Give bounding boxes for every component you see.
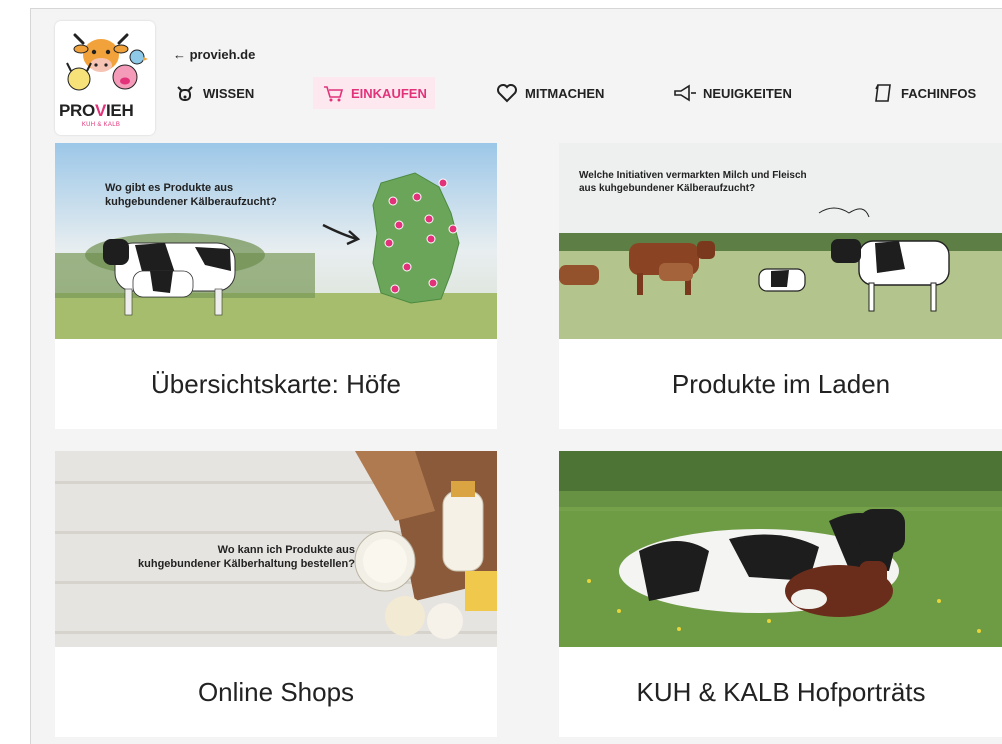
nav-label: MITMACHEN bbox=[525, 85, 605, 101]
card-title: Online Shops bbox=[197, 676, 355, 707]
map-farms-image: Wo gibt es Produkte aus kuhgebundener Kä… bbox=[55, 143, 497, 339]
provieh-logo[interactable]: PROVIEH KUH & KALB bbox=[55, 21, 155, 135]
map-image-caption: Wo gibt es Produkte aus kuhgebundener Kä… bbox=[105, 182, 277, 208]
shops-image-caption: Wo kann ich Produkte aus kuhgebundener K… bbox=[138, 544, 355, 570]
main-nav: WISSEN EINKAUFEN MITMACHEN NEUIGKEITEN F… bbox=[173, 77, 1002, 109]
logo-subtitle: KUH & KALB bbox=[81, 122, 121, 128]
online-shops-image: Wo kann ich Produkte aus kuhgebundener K… bbox=[55, 451, 497, 647]
store-image-caption: Welche Initiativen vermarkten Milch und … bbox=[579, 170, 807, 194]
heart-icon bbox=[495, 82, 519, 104]
nav-item-einkaufen[interactable]: EINKAUFEN bbox=[313, 77, 435, 109]
megaphone-icon bbox=[673, 82, 697, 104]
card-title: Übersichtskarte: Höfe bbox=[151, 368, 401, 399]
cow-head-icon bbox=[173, 82, 197, 104]
cow-and-calf-photo bbox=[559, 451, 1002, 647]
nav-label: FACHINFOS bbox=[901, 85, 977, 101]
nav-item-mitmachen[interactable]: MITMACHEN bbox=[495, 77, 604, 109]
nav-label: EINKAUFEN bbox=[351, 85, 427, 101]
card-kuh-kalb-hofportraets[interactable]: KUH & KALB Hofporträts bbox=[559, 451, 1002, 737]
nav-item-neuigkeiten[interactable]: NEUIGKEITEN bbox=[673, 77, 792, 109]
nav-item-wissen[interactable]: WISSEN bbox=[173, 77, 254, 109]
card-online-shops[interactable]: Wo kann ich Produkte aus kuhgebundener K… bbox=[55, 451, 497, 737]
nav-label: WISSEN bbox=[203, 85, 255, 101]
animals-logo-icon bbox=[66, 33, 148, 91]
back-to-provieh-link[interactable]: ← provieh.de bbox=[173, 47, 255, 62]
logo-wordmark: PROVIEH bbox=[59, 101, 134, 120]
site-header: PROVIEH KUH & KALB ← provieh.de WISSEN E… bbox=[31, 9, 1002, 135]
nav-item-fachinfos[interactable]: FACHINFOS bbox=[871, 77, 976, 109]
nav-label: NEUIGKEITEN bbox=[703, 85, 792, 101]
document-icon bbox=[871, 82, 895, 104]
shopping-cart-icon bbox=[321, 82, 345, 104]
store-products-image: Welche Initiativen vermarkten Milch und … bbox=[559, 143, 1002, 339]
card-uebersichtskarte-hoefe[interactable]: Wo gibt es Produkte aus kuhgebundener Kä… bbox=[55, 143, 497, 429]
card-title: Produkte im Laden bbox=[671, 368, 891, 399]
card-produkte-im-laden[interactable]: Welche Initiativen vermarkten Milch und … bbox=[559, 143, 1002, 429]
card-title: KUH & KALB Hofporträts bbox=[636, 676, 926, 707]
page-frame: PROVIEH KUH & KALB ← provieh.de WISSEN E… bbox=[30, 8, 1002, 744]
